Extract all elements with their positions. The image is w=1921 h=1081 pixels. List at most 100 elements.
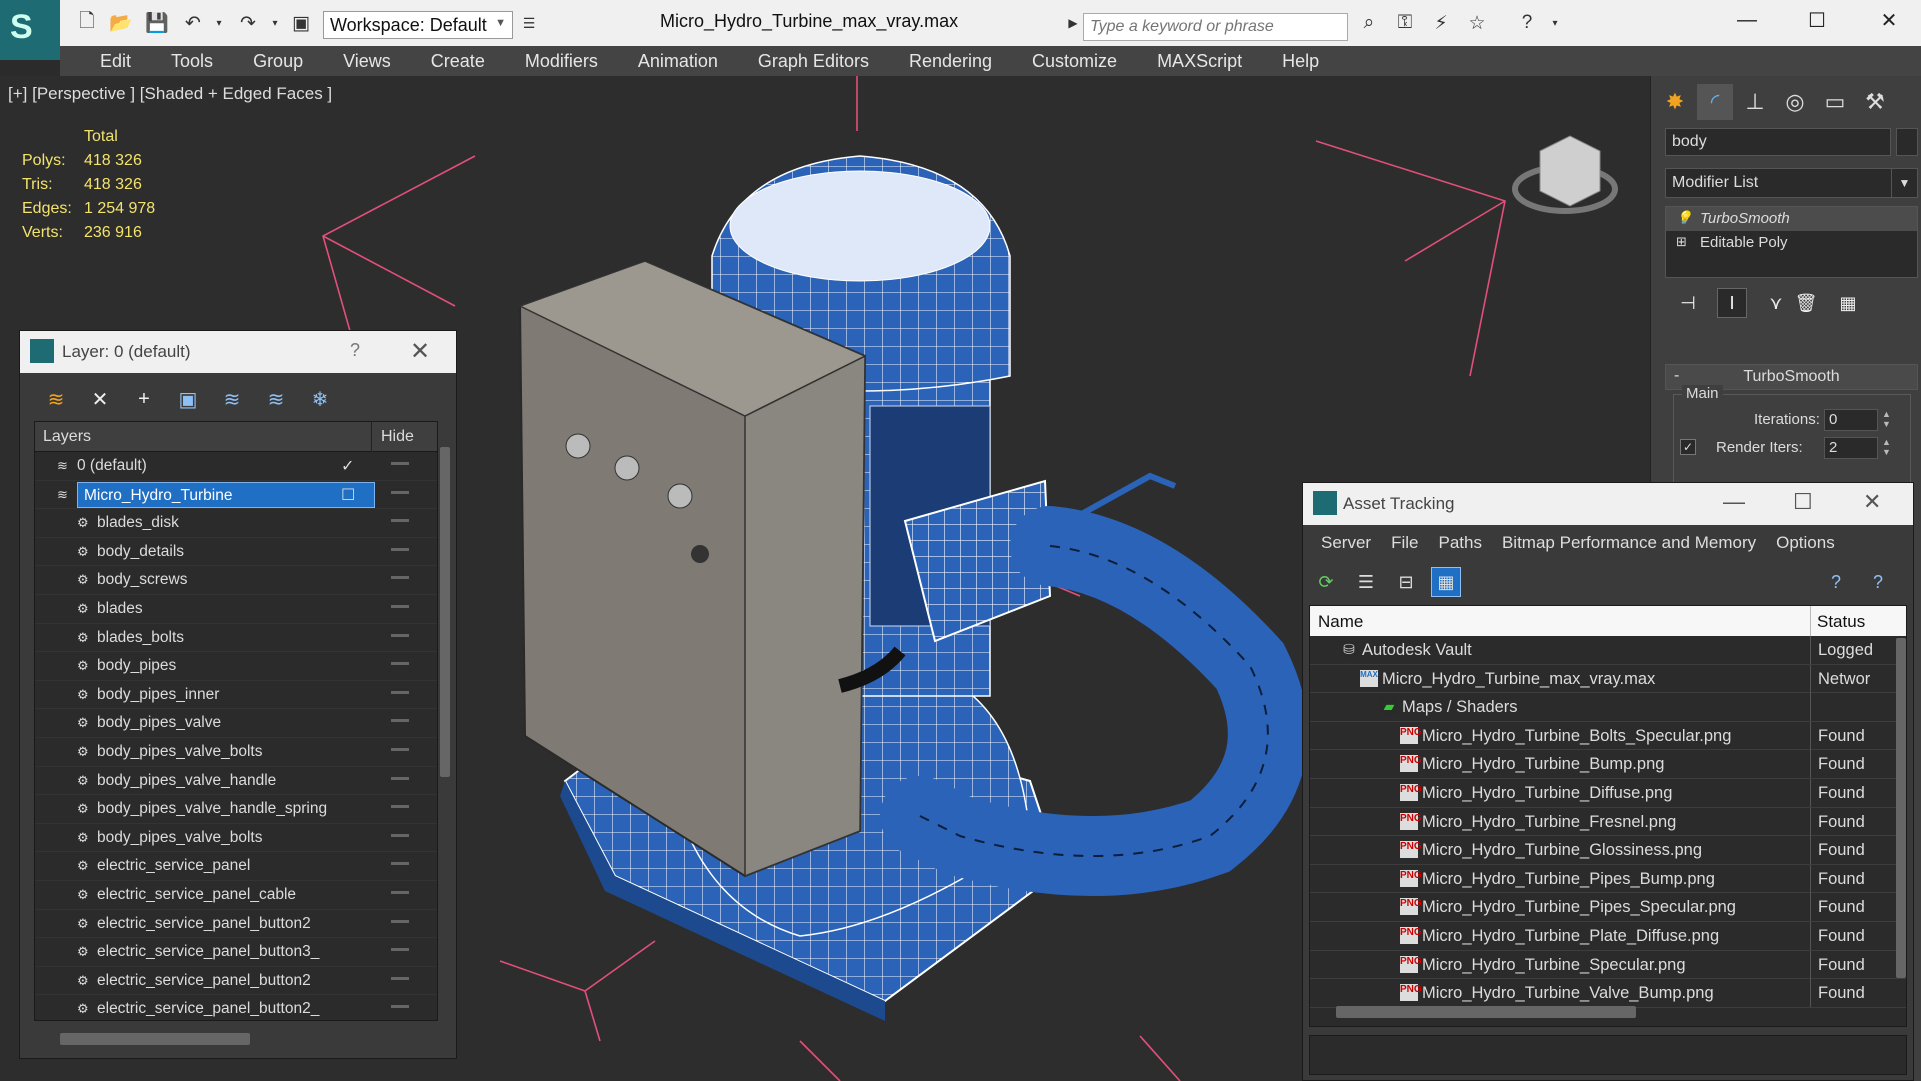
add-to-layer-icon[interactable]: + (128, 383, 160, 415)
column-header-name[interactable]: Name (1318, 612, 1363, 632)
favorites-star-icon[interactable]: ☆ (1464, 10, 1490, 36)
hide-toggle-icon[interactable] (391, 690, 409, 694)
menu-maxscript[interactable]: MAXScript (1137, 46, 1262, 76)
freeze-all-layers-icon[interactable]: ❄ (304, 383, 336, 415)
table-view-icon[interactable]: ▦ (1431, 567, 1461, 597)
highlight-layer-icon[interactable]: ≋ (216, 383, 248, 415)
hide-toggle-icon[interactable] (391, 490, 409, 494)
iterations-spinner[interactable]: 0 (1824, 409, 1878, 431)
column-header-status[interactable]: Status (1817, 612, 1865, 632)
hide-toggle-icon[interactable] (391, 948, 409, 952)
hide-toggle-icon[interactable] (391, 976, 409, 980)
close-icon[interactable]: ✕ (1857, 0, 1921, 40)
menu-paths[interactable]: Paths (1428, 525, 1491, 561)
layer-row[interactable]: ⚙ electric_service_panel (35, 852, 437, 881)
hide-toggle-icon[interactable] (391, 919, 409, 923)
new-file-icon[interactable]: 🗋 (74, 10, 100, 36)
hide-toggle-icon[interactable] (391, 1005, 409, 1009)
hide-toggle-icon[interactable] (391, 890, 409, 894)
asset-path-field[interactable] (1309, 1035, 1907, 1075)
show-end-result-icon[interactable]: Ⅰ (1717, 288, 1747, 318)
hide-toggle-icon[interactable] (391, 719, 409, 723)
list-view-icon[interactable]: ☰ (1351, 567, 1381, 597)
hide-all-layers-icon[interactable]: ≋ (260, 383, 292, 415)
menu-graph-editors[interactable]: Graph Editors (738, 46, 889, 76)
hide-toggle-icon[interactable] (391, 833, 409, 837)
layer-row[interactable]: ⚙ body_pipes_valve_bolts (35, 738, 437, 767)
asset-row[interactable]: PNG Micro_Hydro_Turbine_Valve_Bump.png Fou… (1310, 979, 1906, 1008)
tree-view-icon[interactable]: ⊟ (1391, 567, 1421, 597)
menu-server[interactable]: Server (1311, 525, 1381, 561)
menu-options[interactable]: Options (1766, 525, 1845, 561)
hide-toggle-icon[interactable] (391, 633, 409, 637)
spinner-arrows-icon[interactable]: ▲ ▼ (1882, 409, 1891, 429)
layer-row[interactable]: ⚙ electric_service_panel_button2_ (35, 995, 437, 1020)
layer-row[interactable]: ≋ Micro_Hydro_Turbine ☐ (35, 481, 437, 510)
stack-item-turbosmooth[interactable]: 💡 TurboSmooth (1666, 207, 1917, 231)
hide-toggle-icon[interactable] (391, 547, 409, 551)
maximize-icon[interactable]: ☐ (1785, 0, 1849, 40)
asset-row[interactable]: PNG Micro_Hydro_Turbine_Bump.png Found (1310, 750, 1906, 779)
asset-row[interactable]: PNG Micro_Hydro_Turbine_Specular.png Found (1310, 950, 1906, 980)
search-input[interactable] (1083, 13, 1348, 41)
menu-file[interactable]: File (1381, 525, 1428, 561)
undo-icon[interactable]: ↶ (180, 10, 206, 36)
layer-row[interactable]: ⚙ electric_service_panel_button3_ (35, 938, 437, 967)
column-header-hide[interactable]: Hide (381, 428, 414, 446)
layer-row[interactable]: ⚙ body_pipes_valve_handle_spring (35, 795, 437, 824)
layer-row[interactable]: ⚙ body_pipes (35, 652, 437, 681)
pin-stack-icon[interactable]: ⊣ (1673, 288, 1703, 318)
redo-dropdown-icon[interactable]: ▾ (262, 10, 288, 36)
layer-row[interactable]: ⚙ blades_bolts (35, 624, 437, 653)
modifier-list-dropdown[interactable]: Modifier List ▼ (1665, 168, 1918, 198)
redo-icon[interactable]: ↷ (235, 10, 261, 36)
communication-icon[interactable]: ⚡ (1428, 10, 1454, 36)
menu-customize[interactable]: Customize (1012, 46, 1137, 76)
layer-row[interactable]: ⚙ body_pipes_valve (35, 709, 437, 738)
display-tab-icon[interactable]: ▭ (1817, 84, 1853, 120)
help-dropdown-icon[interactable]: ▾ (1542, 10, 1568, 36)
hierarchy-tab-icon[interactable]: ⊥ (1737, 84, 1773, 120)
viewport-label[interactable]: [+] [Perspective ] [Shaded + Edged Faces… (8, 84, 332, 104)
layer-row[interactable]: ⚙ body_pipes_valve_bolts (35, 824, 437, 853)
asset-row[interactable]: PNG Micro_Hydro_Turbine_Bolts_Specular.pn… (1310, 721, 1906, 751)
spinner-arrows-icon[interactable]: ▲ ▼ (1882, 437, 1891, 457)
layer-row[interactable]: ⚙ blades (35, 595, 437, 624)
workspace-dropdown[interactable]: Workspace: Default ▼ (323, 11, 513, 39)
horizontal-scrollbar[interactable] (1336, 1006, 1636, 1018)
remove-modifier-icon[interactable]: 🗑 (1791, 288, 1821, 318)
layer-row[interactable]: ⚙ body_pipes_inner (35, 681, 437, 710)
object-name-field[interactable] (1665, 128, 1891, 156)
object-color-swatch[interactable] (1896, 128, 1918, 156)
hide-toggle-icon[interactable] (391, 519, 409, 523)
asset-row[interactable]: ⛁ Autodesk Vault Logged (1310, 636, 1906, 665)
close-icon[interactable]: ✕ (410, 337, 430, 366)
workspace-menu-icon[interactable]: ☰ (516, 10, 542, 36)
hide-toggle-icon[interactable] (391, 576, 409, 580)
asset-row[interactable]: PNG Micro_Hydro_Turbine_Fresnel.png Found (1310, 807, 1906, 837)
menu-bitmap-performance[interactable]: Bitmap Performance and Memory (1492, 525, 1766, 561)
column-header-layers[interactable]: Layers (43, 428, 91, 446)
layer-dialog-titlebar[interactable]: Layer: 0 (default) ? ✕ (20, 331, 456, 373)
menu-rendering[interactable]: Rendering (889, 46, 1012, 76)
hide-toggle-icon[interactable] (391, 776, 409, 780)
hide-toggle-icon[interactable] (391, 604, 409, 608)
menu-animation[interactable]: Animation (618, 46, 738, 76)
minimize-icon[interactable]: — (1715, 0, 1779, 40)
asset-row[interactable]: ▰ Maps / Shaders (1310, 693, 1906, 722)
set-active-layer-icon[interactable]: ☐ (341, 485, 355, 505)
app-menu-button[interactable]: S (0, 0, 60, 60)
active-layer-check-icon[interactable]: ✓ (341, 456, 354, 476)
create-tab-icon[interactable]: ✸ (1657, 84, 1693, 120)
asset-row[interactable]: PNG Micro_Hydro_Turbine_Pipes_Specular.pn… (1310, 893, 1906, 922)
layer-row[interactable]: ⚙ body_pipes_valve_handle (35, 767, 437, 796)
help-icon[interactable]: ? (1863, 567, 1893, 597)
refresh-icon[interactable]: ⟳ (1311, 567, 1341, 597)
configure-sets-icon[interactable]: ▦ (1833, 288, 1863, 318)
menu-tools[interactable]: Tools (151, 46, 233, 76)
hide-toggle-icon[interactable] (391, 662, 409, 666)
help-icon[interactable]: ? (350, 340, 360, 361)
layer-row[interactable]: ⚙ blades_disk (35, 509, 437, 538)
menu-edit[interactable]: Edit (80, 46, 151, 76)
asset-row[interactable]: MAX Micro_Hydro_Turbine_max_vray.max Netwo… (1310, 664, 1906, 694)
